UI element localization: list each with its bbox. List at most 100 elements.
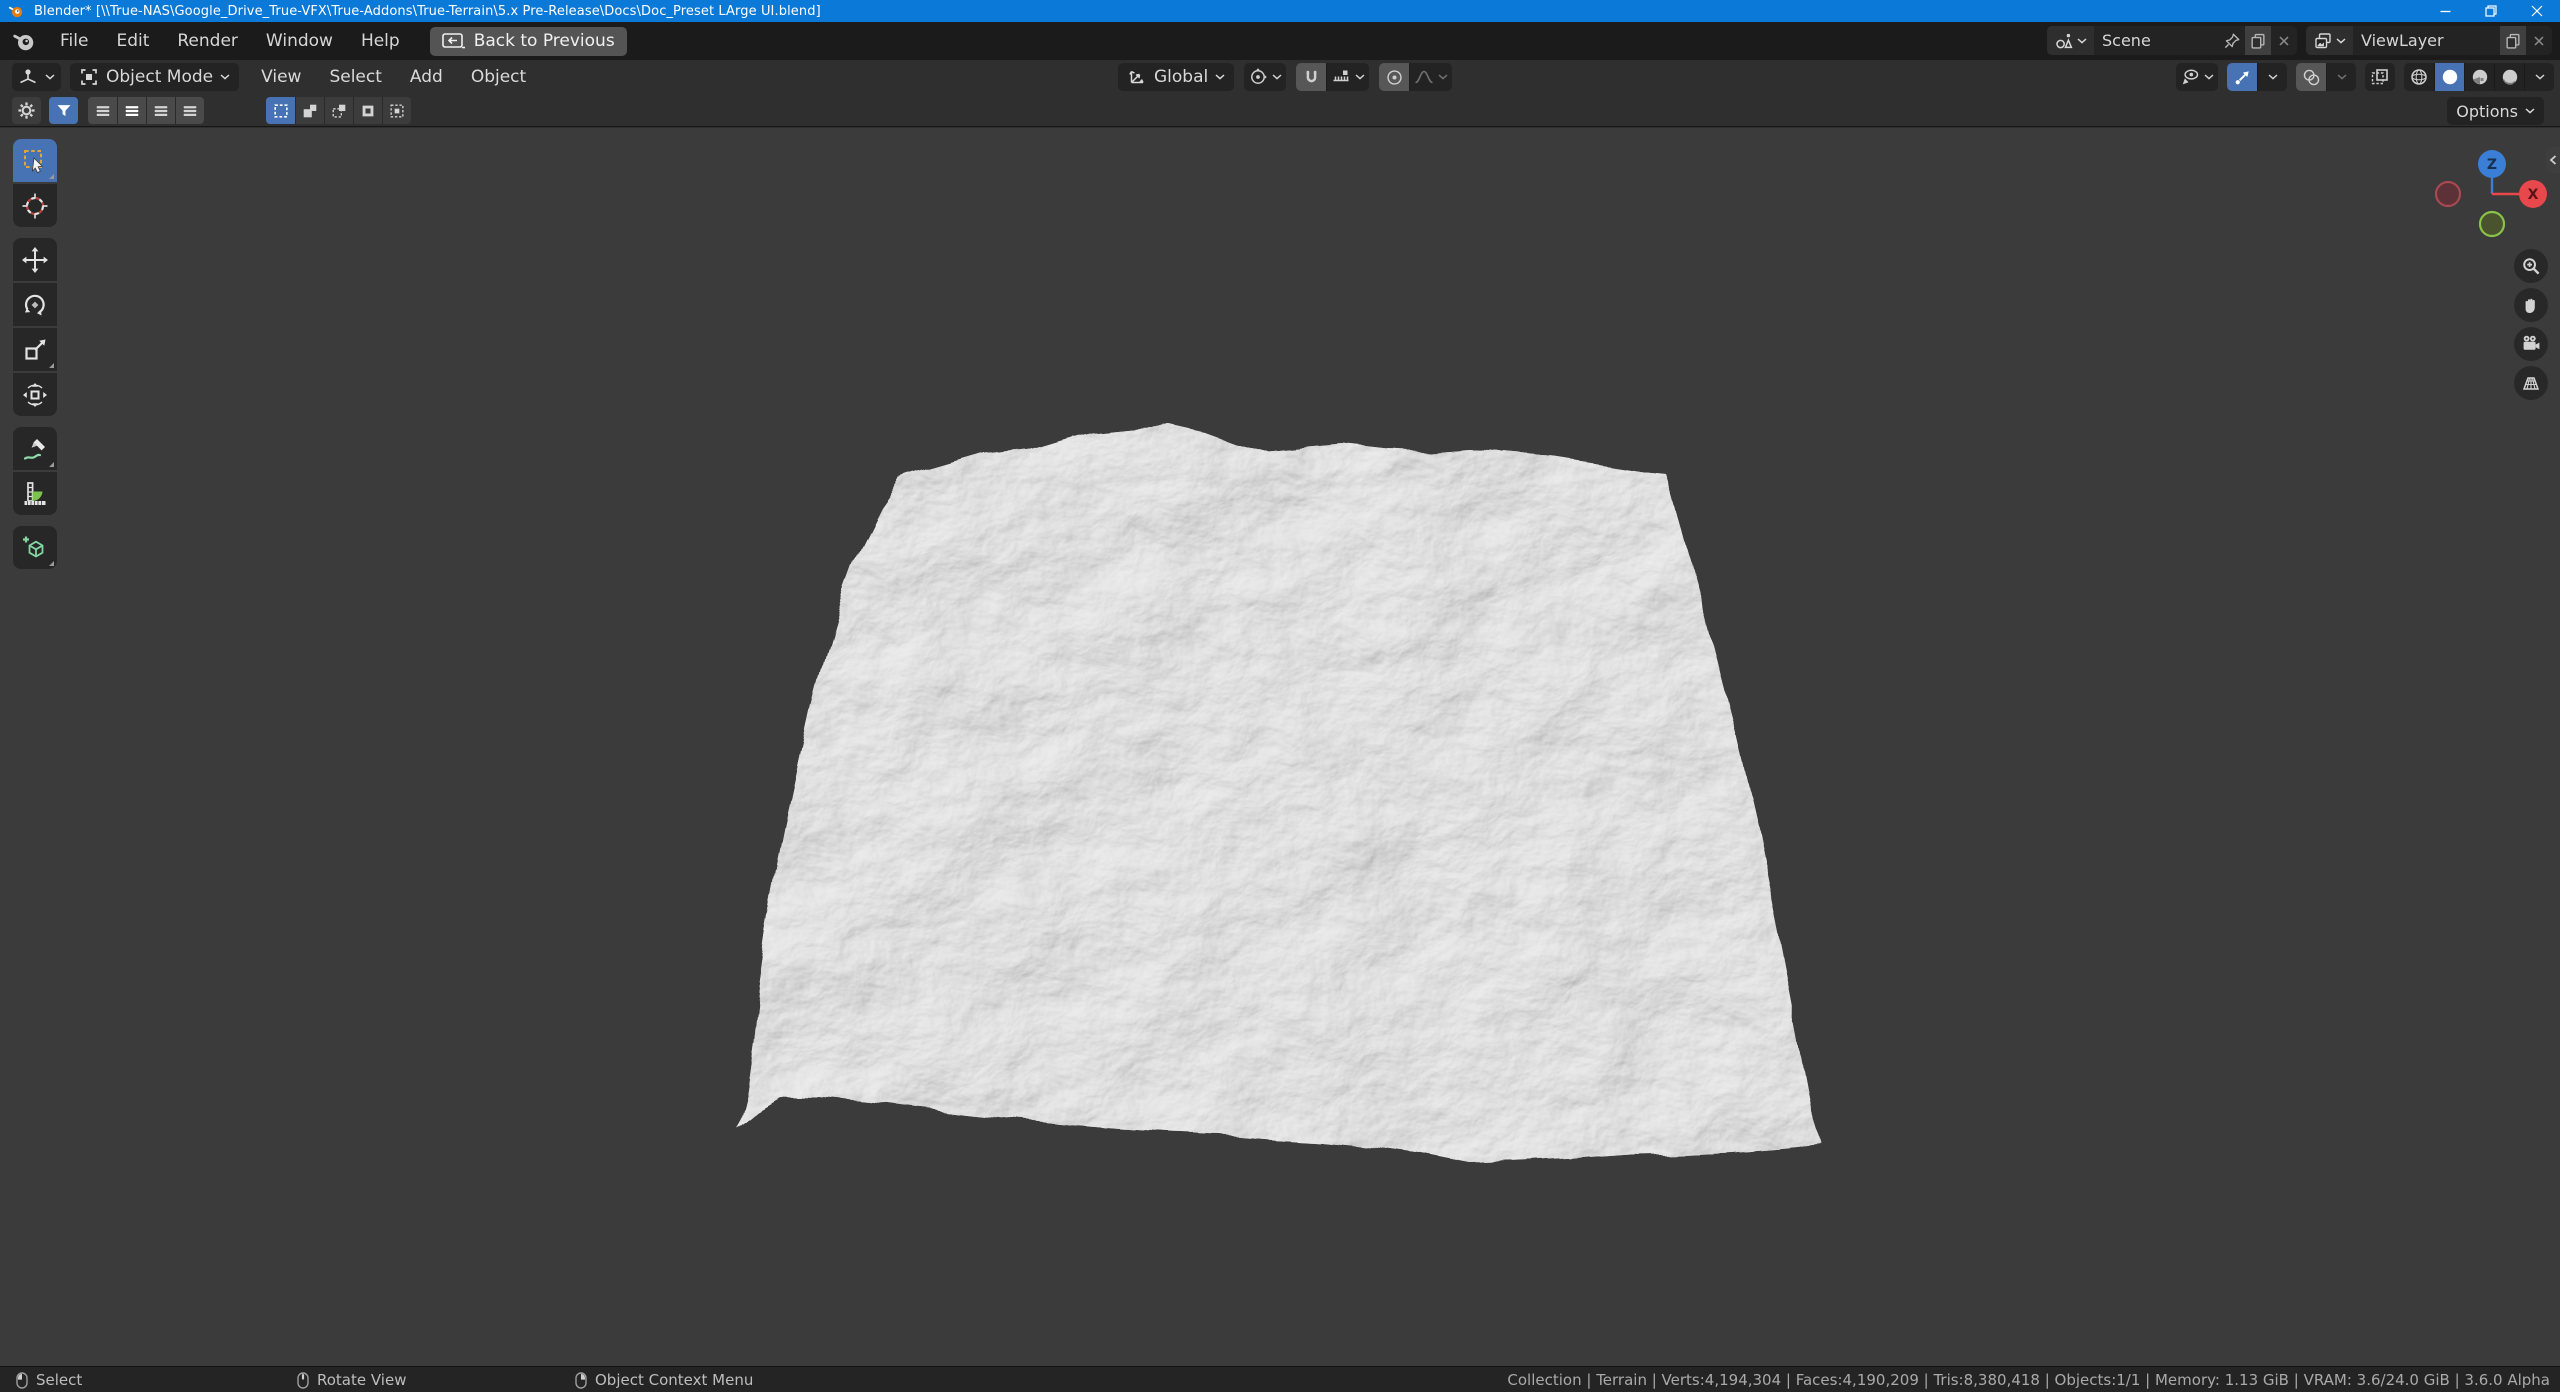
menu-object[interactable]: Object <box>457 67 540 87</box>
blender-menu-icon[interactable] <box>12 29 36 53</box>
tool-select-box[interactable] <box>13 139 57 182</box>
axis-neg-y-ball[interactable] <box>2478 210 2506 238</box>
magnifier-icon <box>2521 256 2541 276</box>
chevron-down-icon <box>1272 74 1282 80</box>
menu-file[interactable]: File <box>46 26 102 56</box>
editor-type-selector[interactable] <box>12 63 61 91</box>
shading-rendered-button[interactable] <box>2494 63 2524 91</box>
grid-icon <box>2521 373 2541 393</box>
gizmo-settings-button[interactable] <box>2257 63 2287 91</box>
terrain-mesh[interactable] <box>0 128 2560 1366</box>
show-gizmo-toggle[interactable] <box>2227 63 2257 91</box>
back-to-previous-button[interactable]: Back to Previous <box>429 26 627 56</box>
camera-view-button[interactable] <box>2514 327 2548 361</box>
shading-solid-button[interactable] <box>2434 63 2464 91</box>
scene-browse-button[interactable] <box>2047 26 2094 55</box>
minimize-button[interactable] <box>2422 0 2468 22</box>
dashed-solid-square-icon <box>330 102 348 120</box>
scale-icon <box>21 336 49 364</box>
new-viewlayer-button[interactable] <box>2500 26 2526 55</box>
hand-icon <box>2521 295 2541 315</box>
square-hole-icon <box>359 102 377 120</box>
pivot-point-button[interactable] <box>1244 63 1286 91</box>
window-controls <box>2422 0 2560 22</box>
delete-scene-button[interactable] <box>2271 26 2297 55</box>
tool-move[interactable] <box>13 238 57 281</box>
tool-measure[interactable] <box>13 472 57 515</box>
menu-window[interactable]: Window <box>252 26 347 56</box>
tool-transform[interactable] <box>13 373 57 416</box>
mode-bars-4-button[interactable] <box>175 97 204 124</box>
select-invert-button[interactable] <box>353 97 382 124</box>
viewport-header-row: Object Mode View Select Add Object Globa… <box>0 60 2560 94</box>
shading-wireframe-button[interactable] <box>2404 63 2434 91</box>
close-button[interactable] <box>2514 0 2560 22</box>
new-scene-button[interactable] <box>2245 26 2271 55</box>
menu-add[interactable]: Add <box>396 67 457 87</box>
duplicate-icon <box>2504 32 2522 50</box>
filter-button[interactable] <box>49 97 78 124</box>
transform-icon <box>21 381 49 409</box>
delete-viewlayer-button[interactable] <box>2526 26 2552 55</box>
perspective-toggle-button[interactable] <box>2514 366 2548 400</box>
dashed-square-icon <box>272 102 290 120</box>
options-dropdown[interactable]: Options <box>2447 97 2544 125</box>
mode-bars-3-button[interactable] <box>146 97 175 124</box>
tool-cursor[interactable] <box>13 184 57 227</box>
menu-select[interactable]: Select <box>315 67 395 87</box>
transform-orientation-dropdown[interactable]: Global <box>1118 63 1235 91</box>
axis-z-ball[interactable]: Z <box>2478 150 2506 178</box>
snap-toggle-button[interactable] <box>1296 63 1327 91</box>
visibility-button[interactable] <box>2176 63 2218 91</box>
overlays-settings-button[interactable] <box>2326 63 2356 91</box>
sidebar-collapse-tab[interactable] <box>2546 147 2560 173</box>
zoom-button[interactable] <box>2514 249 2548 283</box>
tool-settings-button[interactable] <box>12 97 41 124</box>
editor-3d-viewport-icon <box>18 67 38 87</box>
axis-neg-x-ball[interactable] <box>2434 180 2462 208</box>
menu-view[interactable]: View <box>247 67 315 87</box>
object-visibility-dropdown <box>2176 63 2218 91</box>
tool-rotate[interactable] <box>13 283 57 326</box>
gear-icon <box>17 101 36 120</box>
tool-annotate[interactable] <box>13 427 57 470</box>
mode-bars-1-button[interactable] <box>88 97 117 124</box>
3d-viewport[interactable]: Z X <box>0 128 2560 1366</box>
add-cube-icon <box>21 534 49 562</box>
mode-selector[interactable]: Object Mode <box>70 63 240 91</box>
dashed-center-square-icon <box>388 102 406 120</box>
select-intersect-button[interactable] <box>382 97 411 124</box>
list-bars-icon <box>94 102 112 120</box>
shading-settings-button[interactable] <box>2524 63 2554 91</box>
tool-add-cube[interactable] <box>13 526 57 569</box>
menu-render[interactable]: Render <box>163 26 252 56</box>
viewlayer-name[interactable]: ViewLayer <box>2353 31 2500 50</box>
snap-settings-button[interactable] <box>1326 63 1369 91</box>
list-bars-icon <box>181 102 199 120</box>
select-set-button[interactable] <box>266 97 295 124</box>
restore-button[interactable] <box>2468 0 2514 22</box>
menu-help[interactable]: Help <box>347 26 414 56</box>
list-bars-icon <box>123 102 141 120</box>
pin-scene-button[interactable] <box>2219 26 2245 55</box>
menu-edit[interactable]: Edit <box>102 26 163 56</box>
tool-scale[interactable] <box>13 328 57 371</box>
show-overlays-toggle[interactable] <box>2296 63 2326 91</box>
shading-material-button[interactable] <box>2464 63 2494 91</box>
proportional-falloff-button[interactable] <box>1409 63 1452 91</box>
proportional-edit-toggle[interactable] <box>1379 63 1410 91</box>
toggle-xray-button[interactable] <box>2365 63 2395 91</box>
chevron-down-icon <box>2535 74 2545 80</box>
select-extend-button[interactable] <box>295 97 324 124</box>
axis-z-label: Z <box>2487 157 2497 173</box>
axis-x-ball[interactable]: X <box>2519 180 2547 208</box>
viewlayer-browse-button[interactable] <box>2306 26 2353 55</box>
mode-bars-2-button[interactable] <box>117 97 146 124</box>
pan-button[interactable] <box>2514 288 2548 322</box>
two-squares-icon <box>301 102 319 120</box>
proportional-circle-icon <box>1385 68 1404 87</box>
select-subtract-button[interactable] <box>324 97 353 124</box>
scene-name[interactable]: Scene <box>2094 31 2219 50</box>
navigation-gizmo[interactable]: Z X <box>2428 136 2558 248</box>
blender-logo-icon <box>8 6 23 18</box>
